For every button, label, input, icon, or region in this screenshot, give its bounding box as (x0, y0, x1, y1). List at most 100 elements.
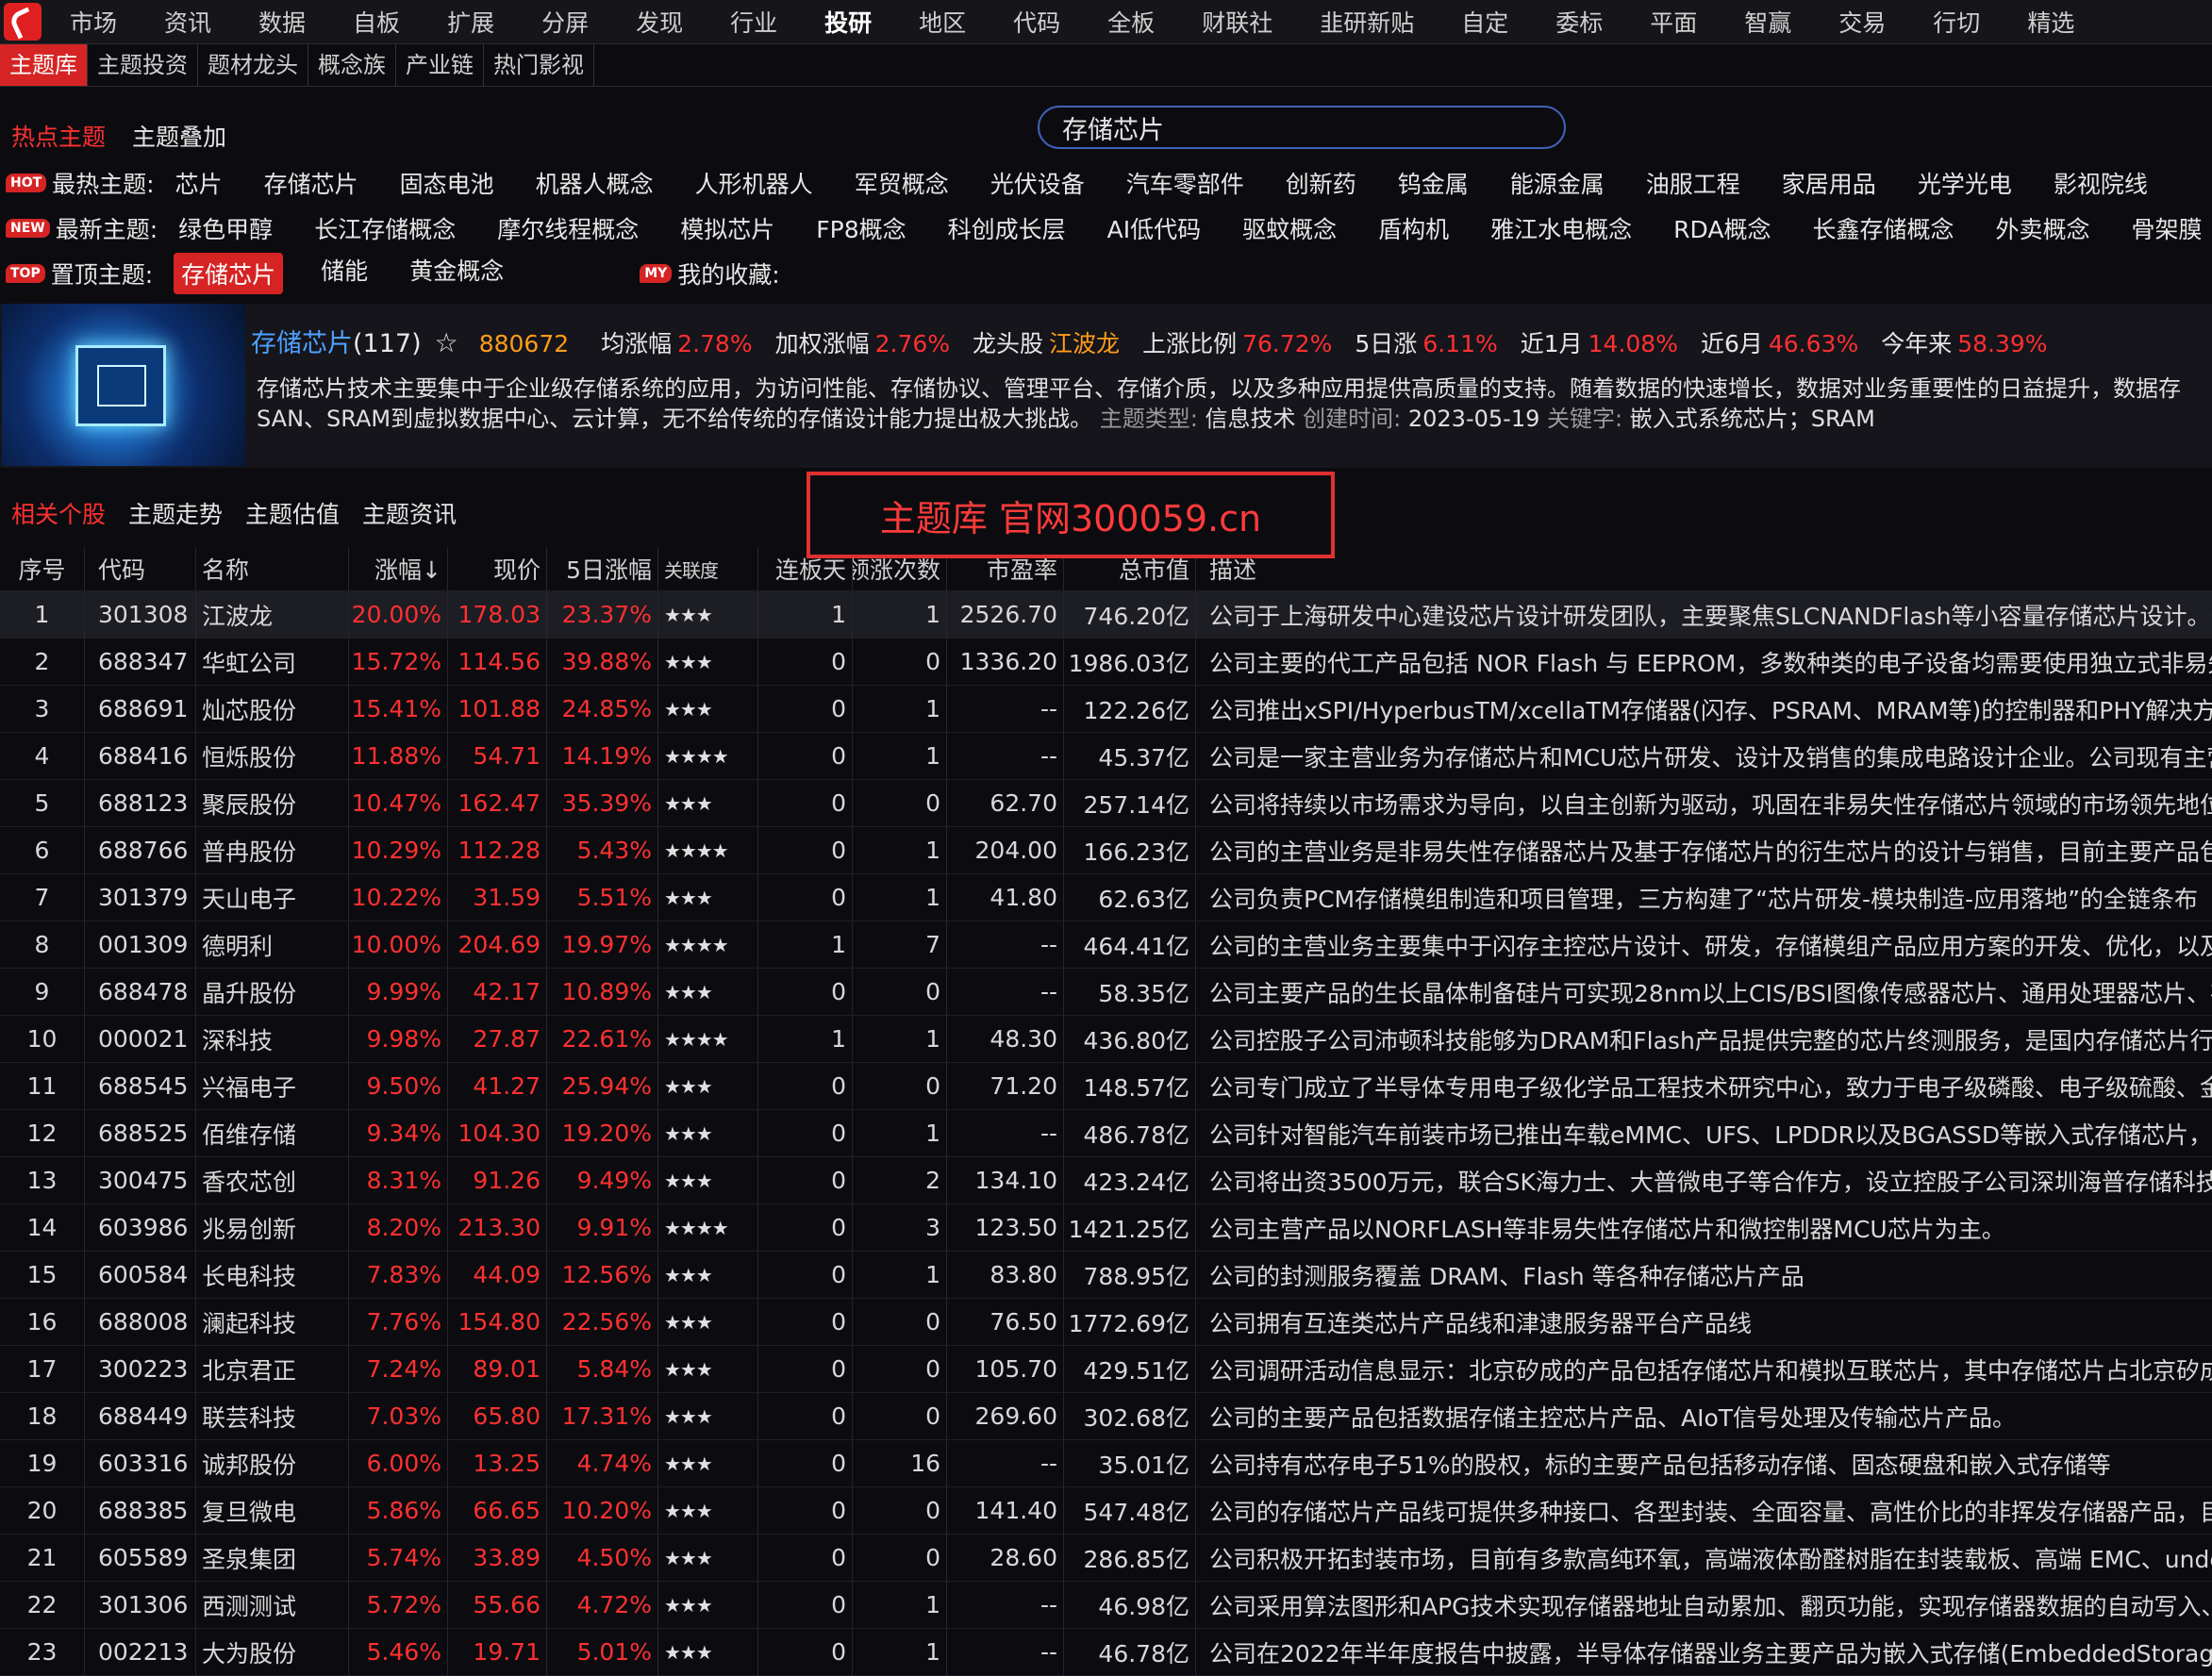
column-header[interactable]: 5日涨幅 (547, 547, 658, 590)
theme-tag[interactable]: 外卖概念 (1995, 211, 2089, 245)
menu-item[interactable]: 行切 (1933, 5, 1980, 39)
table-row[interactable]: 1 301308 江波龙 20.00% 178.03 23.37% ★★★ 1 1 2526.70… (0, 591, 2212, 639)
app-logo-icon[interactable] (4, 3, 42, 41)
theme-tag[interactable]: 能源金属 (1510, 166, 1605, 200)
stock-tab[interactable]: 主题估值 (245, 496, 340, 530)
table-row[interactable]: 21 605589 圣泉集团 5.74% 33.89 4.50% ★★★ 0 0 28.60 286… (0, 1535, 2212, 1582)
sub-tab[interactable]: 概念族 (308, 44, 396, 86)
table-row[interactable]: 2 688347 华虹公司 15.72% 114.56 39.88% ★★★ 0 0 1336.2… (0, 639, 2212, 686)
table-row[interactable]: 3 688691 灿芯股份 15.41% 101.88 24.85% ★★★ 0 1 -- 122.… (0, 686, 2212, 733)
table-row[interactable]: 4 688416 恒烁股份 11.88% 54.71 14.19% ★★★★ 0 1 -- 45.3… (0, 733, 2212, 780)
theme-tag[interactable]: 家居用品 (1782, 166, 1876, 200)
sub-tab[interactable]: 产业链 (396, 44, 484, 86)
theme-tag[interactable]: 存储芯片 (174, 253, 284, 294)
theme-tag[interactable]: 盾构机 (1378, 211, 1449, 245)
menu-item[interactable]: 自板 (353, 5, 400, 39)
menu-item[interactable]: 资讯 (164, 5, 211, 39)
column-header[interactable]: 名称 (196, 547, 349, 590)
menu-item[interactable]: 市场 (70, 5, 117, 39)
theme-tag[interactable]: AI低代码 (1107, 211, 1201, 245)
sub-tab[interactable]: 热门影视 (484, 44, 594, 86)
theme-tag[interactable]: RDA概念 (1673, 211, 1771, 245)
theme-tag[interactable]: 钨金属 (1398, 166, 1469, 200)
theme-tag[interactable]: 储能 (321, 253, 368, 294)
menu-item[interactable]: 地区 (919, 5, 966, 39)
table-row[interactable]: 17 300223 北京君正 7.24% 89.01 5.84% ★★★ 0 0 105.70 42… (0, 1346, 2212, 1393)
theme-tag[interactable]: 人形机器人 (695, 166, 813, 200)
tab-hot-themes[interactable]: 热点主题 (11, 119, 106, 153)
menu-item[interactable]: 交易 (1838, 5, 1886, 39)
table-row[interactable]: 12 688525 佰维存储 9.34% 104.30 19.20% ★★★ 0 1 -- 486.… (0, 1110, 2212, 1157)
table-row[interactable]: 20 688385 复旦微电 5.86% 66.65 10.20% ★★★ 0 0 141.40 5… (0, 1487, 2212, 1535)
menu-item[interactable]: 全板 (1107, 5, 1155, 39)
tab-theme-overlay[interactable]: 主题叠加 (132, 119, 226, 153)
theme-tag[interactable]: 芯片 (175, 166, 223, 200)
theme-tag[interactable]: 骨架膜 (2131, 211, 2202, 245)
table-row[interactable]: 10 000021 深科技 9.98% 27.87 22.61% ★★★★ 1 1 48.30 43… (0, 1016, 2212, 1063)
table-row[interactable]: 11 688545 兴福电子 9.50% 41.27 25.94% ★★★ 0 0 71.20 14… (0, 1063, 2212, 1110)
menu-item[interactable]: 投研 (824, 5, 872, 39)
table-row[interactable]: 14 603986 兆易创新 8.20% 213.30 9.91% ★★★★ 0 3 123.50… (0, 1204, 2212, 1252)
menu-item[interactable]: 数据 (258, 5, 306, 39)
menu-item[interactable]: 委标 (1555, 5, 1603, 39)
column-header[interactable]: 涨幅↓ (349, 547, 448, 590)
theme-search-input[interactable]: 存储芯片 (1038, 106, 1566, 149)
menu-item[interactable]: 韭研新贴 (1320, 5, 1414, 39)
theme-name-link[interactable]: 存储芯片 (251, 323, 353, 359)
table-row[interactable]: 5 688123 聚辰股份 10.47% 162.47 35.39% ★★★ 0 0 62.70 2… (0, 780, 2212, 827)
theme-tag[interactable]: 绿色甲醇 (178, 211, 273, 245)
table-row[interactable]: 18 688449 联芸科技 7.03% 65.80 17.31% ★★★ 0 0 269.60 3… (0, 1393, 2212, 1440)
menu-item[interactable]: 平面 (1650, 5, 1697, 39)
theme-tag[interactable]: 模拟芯片 (680, 211, 774, 245)
stat-value[interactable]: 江波龙 (1049, 325, 1120, 359)
theme-tag[interactable]: 光学光电 (1918, 166, 2012, 200)
theme-tag[interactable]: 固态电池 (400, 166, 494, 200)
stock-tab[interactable]: 主题走势 (128, 496, 223, 530)
table-row[interactable]: 6 688766 普冉股份 10.29% 112.28 5.43% ★★★★ 0 1 204.00… (0, 827, 2212, 874)
theme-tag[interactable]: 雅江水电概念 (1490, 211, 1632, 245)
menu-item[interactable]: 精选 (2027, 5, 2074, 39)
menu-item[interactable]: 行业 (730, 5, 777, 39)
theme-tag[interactable]: 机器人概念 (536, 166, 654, 200)
sub-tab[interactable]: 主题库 (0, 44, 88, 86)
stock-tab[interactable]: 相关个股 (11, 496, 106, 530)
stock-tab[interactable]: 主题资讯 (362, 496, 457, 530)
table-row[interactable]: 19 603316 诚邦股份 6.00% 13.25 4.74% ★★★ 0 16 -- 35.01… (0, 1440, 2212, 1487)
table-row[interactable]: 8 001309 德明利 10.00% 204.69 19.97% ★★★★ 1 7 -- 464.… (0, 921, 2212, 969)
menu-item[interactable]: 分屏 (541, 5, 589, 39)
theme-tag[interactable]: 创新药 (1286, 166, 1356, 200)
theme-tag[interactable]: 汽车零部件 (1126, 166, 1244, 200)
table-row[interactable]: 13 300475 香农芯创 8.31% 91.26 9.49% ★★★ 0 2 134.10 42… (0, 1157, 2212, 1204)
theme-tag[interactable]: 光伏设备 (990, 166, 1085, 200)
favorites-label[interactable]: 我的收藏: (677, 257, 779, 290)
favorite-star-icon[interactable]: ☆ (435, 327, 458, 358)
column-header[interactable]: 描述 (1196, 547, 2212, 590)
menu-item[interactable]: 扩展 (447, 5, 494, 39)
sub-tab[interactable]: 主题投资 (88, 44, 198, 86)
theme-tag[interactable]: 影视院线 (2054, 166, 2148, 200)
theme-tag[interactable]: 油服工程 (1646, 166, 1740, 200)
theme-tag[interactable]: 科创成长层 (948, 211, 1066, 245)
table-row[interactable]: 22 301306 西测测试 5.72% 55.66 4.72% ★★★ 0 1 -- 46.98亿… (0, 1582, 2212, 1629)
menu-item[interactable]: 发现 (636, 5, 683, 39)
table-row[interactable]: 9 688478 晶升股份 9.99% 42.17 10.89% ★★★ 0 0 -- 58.35亿… (0, 969, 2212, 1016)
table-row[interactable]: 16 688008 澜起科技 7.76% 154.80 22.56% ★★★ 0 0 76.50 1… (0, 1299, 2212, 1346)
column-header[interactable]: 关联度 (658, 547, 758, 590)
theme-tag[interactable]: 存储芯片 (264, 166, 358, 200)
table-row[interactable]: 23 002213 大为股份 5.46% 19.71 5.01% ★★★ 0 1 -- 46.78亿… (0, 1629, 2212, 1676)
theme-tag[interactable]: 黄金概念 (409, 253, 504, 294)
menu-item[interactable]: 自定 (1461, 5, 1508, 39)
column-header[interactable]: 现价 (448, 547, 547, 590)
theme-tag[interactable]: 驱蚊概念 (1242, 211, 1337, 245)
theme-tag[interactable]: FP8概念 (816, 211, 906, 245)
theme-tag[interactable]: 军贸概念 (855, 166, 949, 200)
column-header[interactable]: 序号 (0, 547, 85, 590)
theme-tag[interactable]: 长江存储概念 (314, 211, 456, 245)
table-row[interactable]: 15 600584 长电科技 7.83% 44.09 12.56% ★★★ 0 1 83.80 78… (0, 1252, 2212, 1299)
theme-tag[interactable]: 摩尔线程概念 (497, 211, 639, 245)
sub-tab[interactable]: 题材龙头 (198, 44, 308, 86)
menu-item[interactable]: 智赢 (1744, 5, 1791, 39)
column-header[interactable]: 代码 (85, 547, 196, 590)
theme-tag[interactable]: 长鑫存储概念 (1812, 211, 1954, 245)
menu-item[interactable]: 代码 (1013, 5, 1060, 39)
